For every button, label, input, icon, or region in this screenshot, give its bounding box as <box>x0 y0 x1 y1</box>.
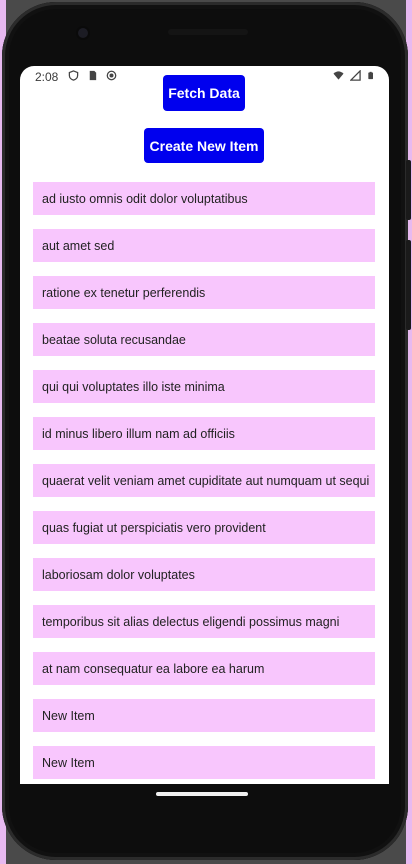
app-screen: 2:08 Fetch Data Create New Item ad iusto… <box>20 66 389 784</box>
shield-icon <box>68 70 79 81</box>
status-time: 2:08 <box>35 70 59 84</box>
item-list: ad iusto omnis odit dolor voluptatibus au… <box>33 182 375 784</box>
record-icon <box>106 70 117 81</box>
front-camera <box>78 28 88 38</box>
volume-button <box>406 240 411 330</box>
list-item[interactable]: beatae soluta recusandae <box>33 323 375 356</box>
list-item[interactable]: ad iusto omnis odit dolor voluptatibus <box>33 182 375 215</box>
earpiece-speaker <box>168 29 248 35</box>
list-item[interactable]: temporibus sit alias delectus eligendi p… <box>33 605 375 638</box>
list-item[interactable]: aut amet sed <box>33 229 375 262</box>
home-gesture-handle[interactable] <box>156 792 248 796</box>
wifi-icon <box>333 71 344 80</box>
list-item[interactable]: id minus libero illum nam ad officiis <box>33 417 375 450</box>
create-new-item-button[interactable]: Create New Item <box>144 128 264 163</box>
list-item[interactable]: New Item <box>33 746 375 779</box>
list-item[interactable]: ratione ex tenetur perferendis <box>33 276 375 309</box>
list-item[interactable]: quas fugiat ut perspiciatis vero provide… <box>33 511 375 544</box>
list-item-label: id minus libero illum nam ad officiis <box>42 426 235 441</box>
list-item-label: temporibus sit alias delectus eligendi p… <box>42 614 340 629</box>
list-item-label: ad iusto omnis odit dolor voluptatibus <box>42 191 248 206</box>
list-item[interactable]: quaerat velit veniam amet cupiditate aut… <box>33 464 375 497</box>
list-item-label: ratione ex tenetur perferendis <box>42 285 206 300</box>
list-item-label: at nam consequatur ea labore ea harum <box>42 661 265 676</box>
list-item-label: beatae soluta recusandae <box>42 332 186 347</box>
battery-icon <box>368 71 373 80</box>
list-item-label: aut amet sed <box>42 238 115 253</box>
list-item-label: New Item <box>42 708 95 723</box>
list-item[interactable]: at nam consequatur ea labore ea harum <box>33 652 375 685</box>
sim-card-icon <box>89 70 97 81</box>
list-item-label: laboriosam dolor voluptates <box>42 567 195 582</box>
list-item-label: quaerat velit veniam amet cupiditate aut… <box>42 473 370 488</box>
signal-icon <box>350 70 361 81</box>
list-item[interactable]: New Item <box>33 699 375 732</box>
list-item[interactable]: laboriosam dolor voluptates <box>33 558 375 591</box>
list-item-label: qui qui voluptates illo iste minima <box>42 379 225 394</box>
list-item-label: New Item <box>42 755 95 770</box>
power-button <box>406 160 411 220</box>
fetch-data-button[interactable]: Fetch Data <box>163 75 245 111</box>
list-item-label: quas fugiat ut perspiciatis vero provide… <box>42 520 266 535</box>
list-item[interactable]: qui qui voluptates illo iste minima <box>33 370 375 403</box>
